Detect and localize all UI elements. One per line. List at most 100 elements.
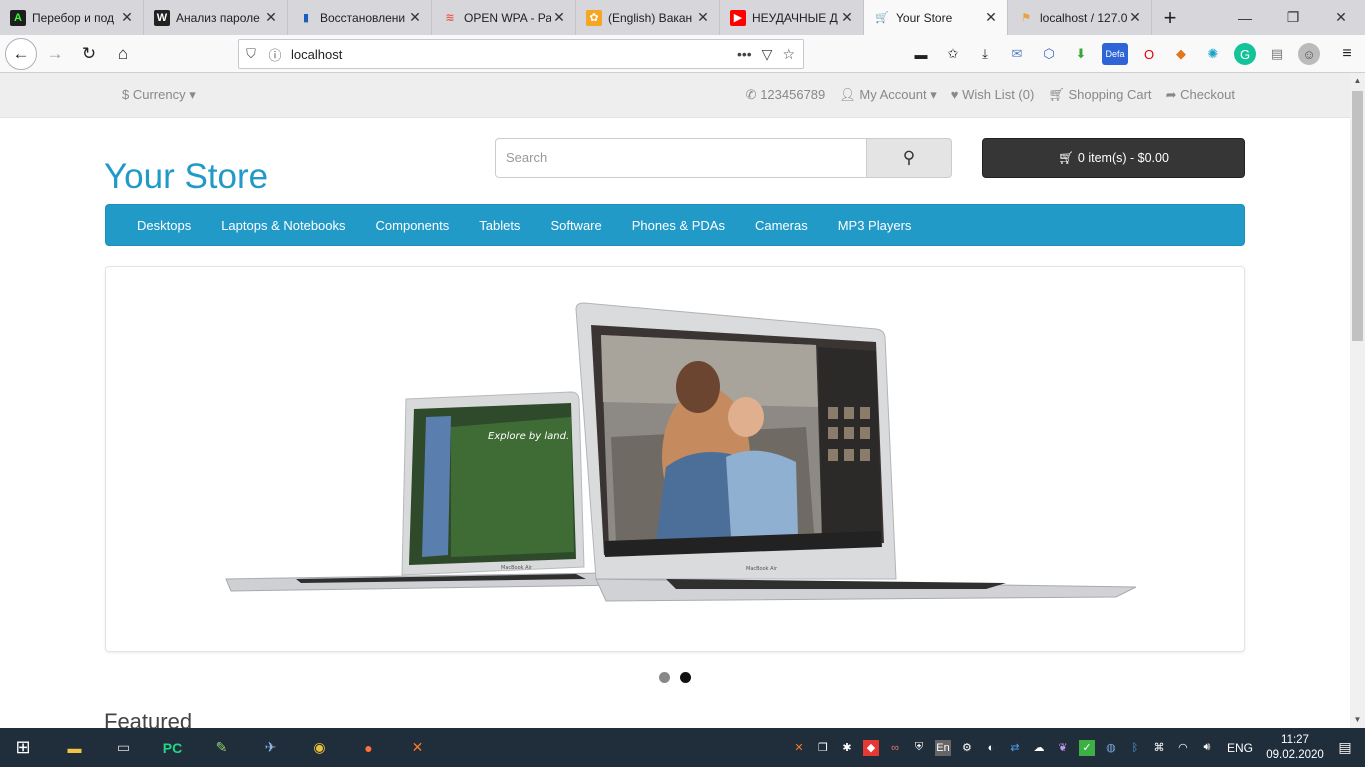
tab-close-icon[interactable]: ✕: [263, 9, 279, 26]
bluetooth-tray-icon[interactable]: ᛒ: [1127, 740, 1143, 756]
menu-item[interactable]: Desktops: [122, 218, 206, 233]
slide-dot-2[interactable]: [680, 672, 691, 683]
windows-start-button[interactable]: ⊞: [0, 728, 46, 767]
browser-tab[interactable]: ≋ OPEN WPA - Ра ✕: [432, 0, 576, 35]
metamask-icon[interactable]: ◆: [1170, 43, 1192, 65]
download-helper-icon[interactable]: ⬇: [1070, 43, 1092, 65]
anydesk-tray-icon[interactable]: ◆: [862, 739, 879, 756]
address-bar[interactable]: ⛉ ⓘ localhost ••• ▽ ☆: [238, 39, 804, 69]
clock[interactable]: 11:27 09.02.2020: [1265, 733, 1325, 763]
window-tray-icon[interactable]: ❐: [815, 740, 831, 756]
slide-dot-1[interactable]: [659, 672, 670, 683]
browser-tab[interactable]: ▶ НЕУДАЧНЫЕ Д ✕: [720, 0, 864, 35]
extension-badge-icon[interactable]: ⬡: [1038, 43, 1060, 65]
tab-close-icon[interactable]: ✕: [1127, 9, 1143, 26]
check-tray-icon[interactable]: ✓: [1078, 739, 1095, 756]
steam-tray-icon[interactable]: ⚙: [959, 740, 975, 756]
shield-icon[interactable]: ⛉: [239, 46, 263, 62]
defa-icon[interactable]: Defa: [1102, 43, 1128, 65]
profile-avatar-icon[interactable]: ☺: [1298, 43, 1320, 65]
browser-tab[interactable]: W Анализ пароле ✕: [144, 0, 288, 35]
store-logo[interactable]: Your Store: [104, 157, 268, 197]
scroll-up-arrow-icon[interactable]: ▲: [1350, 73, 1365, 89]
gear-extension-icon[interactable]: ✺: [1202, 43, 1224, 65]
tool-icon[interactable]: ✈: [246, 728, 295, 767]
mail-icon[interactable]: ✉: [1006, 43, 1028, 65]
forward-button[interactable]: →: [39, 38, 71, 70]
chrome-icon[interactable]: ◉: [295, 728, 344, 767]
firefox-icon[interactable]: ●: [344, 728, 393, 767]
minimize-button[interactable]: —: [1221, 0, 1269, 35]
page-scrollbar[interactable]: ▲ ▼: [1350, 73, 1365, 728]
menu-item[interactable]: Tablets: [464, 218, 535, 233]
grammarly-icon[interactable]: G: [1234, 43, 1256, 65]
bike-tray-icon[interactable]: ∞: [887, 740, 903, 756]
browser-tray-icon[interactable]: ◐: [983, 740, 999, 756]
shopping-cart-link[interactable]: 🛒︎ Shopping Cart: [1048, 87, 1151, 103]
menu-item[interactable]: Laptops & Notebooks: [206, 218, 360, 233]
feather-tray-icon[interactable]: ❦: [1055, 740, 1071, 756]
tool-tray-icon[interactable]: ⌘: [1151, 740, 1167, 756]
browser-tab[interactable]: ▮ Восстановлени ✕: [288, 0, 432, 35]
menu-item[interactable]: Software: [535, 218, 616, 233]
volume-tray-icon[interactable]: 🔊︎: [1199, 740, 1215, 756]
wish-list-link[interactable]: ♥ Wish List (0): [951, 87, 1035, 103]
info-icon[interactable]: ⓘ: [263, 45, 287, 64]
xampp-tray-icon[interactable]: ✕: [791, 740, 807, 756]
browser-tab[interactable]: ⚑ localhost / 127.0 ✕: [1008, 0, 1152, 35]
back-button[interactable]: ←: [5, 37, 37, 70]
new-tab-button[interactable]: +: [1152, 0, 1188, 35]
browser-tab[interactable]: A Перебор и под ✕: [0, 0, 144, 35]
bookmark-star-icon[interactable]: ☆: [782, 46, 795, 63]
slack-tray-icon[interactable]: ✱: [839, 740, 855, 756]
globe-tray-icon[interactable]: ◍: [1103, 740, 1119, 756]
reload-button[interactable]: ↻: [73, 38, 105, 70]
phone-link[interactable]: ✆ 123456789: [746, 87, 826, 103]
close-window-button[interactable]: ✕: [1317, 0, 1365, 35]
opera-icon[interactable]: O: [1138, 43, 1160, 65]
shield-tray-icon[interactable]: ⛨: [911, 740, 927, 756]
menu-icon[interactable]: ≡: [1336, 43, 1358, 65]
cloud-tray-icon[interactable]: ☁: [1031, 740, 1047, 756]
currency-dropdown[interactable]: $ Currency ▾: [122, 87, 196, 103]
tab-close-icon[interactable]: ✕: [839, 9, 855, 26]
browser-tab[interactable]: ✿ (English) Вакан ✕: [576, 0, 720, 35]
my-account-link[interactable]: 👤︎ My Account ▾: [839, 87, 936, 103]
cart-button[interactable]: 🛒︎ 0 item(s) - $0.00: [982, 138, 1245, 178]
tab-close-icon[interactable]: ✕: [983, 9, 999, 26]
checkout-link[interactable]: ➦ Checkout: [1166, 87, 1235, 103]
language-tray-icon[interactable]: En: [934, 739, 951, 756]
menu-item[interactable]: MP3 Players: [823, 218, 927, 233]
extension-grey-icon[interactable]: ▤: [1266, 43, 1288, 65]
scroll-down-arrow-icon[interactable]: ▼: [1350, 712, 1365, 728]
file-explorer-icon[interactable]: ▬: [50, 728, 99, 767]
page-actions-icon[interactable]: •••: [737, 46, 752, 63]
tab-close-icon[interactable]: ✕: [407, 9, 423, 26]
menu-item[interactable]: Components: [361, 218, 465, 233]
library-icon[interactable]: ▬: [910, 43, 932, 65]
downloads-icon[interactable]: ⤓: [974, 43, 996, 65]
search-input[interactable]: Search: [495, 138, 867, 178]
hero-slideshow[interactable]: Explore by land. MacBook Air MacBook Air: [105, 266, 1245, 652]
wifi-tray-icon[interactable]: ◠: [1175, 740, 1191, 756]
tab-close-icon[interactable]: ✕: [551, 9, 567, 26]
xampp-icon[interactable]: ✕: [393, 728, 442, 767]
language-indicator[interactable]: ENG: [1227, 741, 1253, 755]
teamviewer-tray-icon[interactable]: ⇄: [1007, 740, 1023, 756]
home-button[interactable]: ⌂: [107, 38, 139, 70]
browser-tab[interactable]: 🛒 Your Store ✕: [864, 0, 1008, 35]
menu-item[interactable]: Phones & PDAs: [617, 218, 740, 233]
notifications-icon[interactable]: ▤: [1333, 739, 1357, 756]
pycharm-icon[interactable]: PC: [148, 728, 197, 767]
url-text[interactable]: localhost: [291, 47, 737, 62]
tab-close-icon[interactable]: ✕: [119, 9, 135, 26]
bookmarks-star-icon[interactable]: ✩: [942, 43, 964, 65]
search-button[interactable]: ⚲: [867, 138, 952, 178]
terminal-icon[interactable]: ▭: [99, 728, 148, 767]
notepad-icon[interactable]: ✎: [197, 728, 246, 767]
pocket-icon[interactable]: ▽: [762, 46, 773, 63]
menu-item[interactable]: Cameras: [740, 218, 823, 233]
scrollbar-thumb[interactable]: [1352, 91, 1363, 341]
tab-close-icon[interactable]: ✕: [695, 9, 711, 26]
restore-button[interactable]: ❐: [1269, 0, 1317, 35]
